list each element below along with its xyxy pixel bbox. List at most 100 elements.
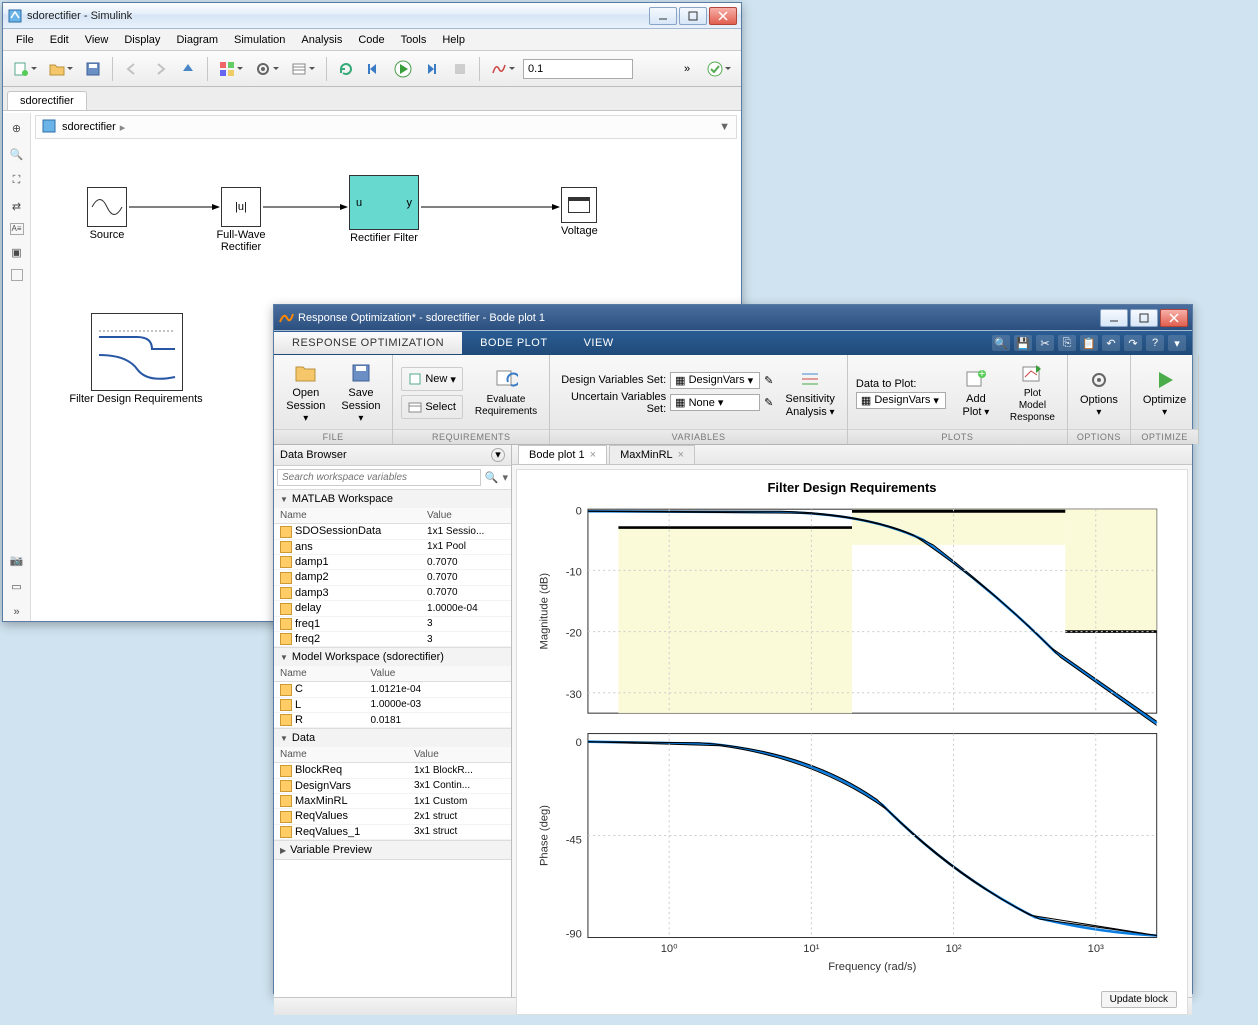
maximize-button[interactable] <box>679 7 707 25</box>
step-back-button[interactable] <box>362 57 386 81</box>
update-diagram-button[interactable] <box>334 57 358 81</box>
table-row[interactable]: damp10.7070 <box>274 555 511 570</box>
menu-simulation[interactable]: Simulation <box>227 32 292 48</box>
block-filter-requirements[interactable]: Filter Design Requirements <box>91 313 221 405</box>
fast-restart-button[interactable]: » <box>675 57 699 81</box>
qa-cut-icon[interactable]: ✂ <box>1036 335 1054 351</box>
uncertain-variables-select[interactable]: ▦None ▾ <box>670 394 760 411</box>
new-requirement-button[interactable]: New ▾ <box>401 367 463 391</box>
search-icon[interactable]: 🔍 <box>481 471 503 484</box>
breadcrumb-label[interactable]: sdorectifier <box>62 121 116 133</box>
table-row[interactable]: ReqValues2x1 struct <box>274 809 511 824</box>
save-button[interactable] <box>81 57 105 81</box>
block-rectifier-filter[interactable]: u y Rectifier Filter <box>349 175 419 244</box>
evaluate-requirements-button[interactable]: Evaluate Requirements <box>471 366 541 420</box>
model-explorer-button[interactable] <box>287 57 319 81</box>
screenshot-icon[interactable]: 📷 <box>8 551 26 569</box>
table-row[interactable]: freq23 <box>274 631 511 646</box>
table-row[interactable]: C1.0121e-04 <box>274 682 511 697</box>
menu-display[interactable]: Display <box>117 32 167 48</box>
more-icon[interactable]: » <box>8 603 26 621</box>
table-row[interactable]: ReqValues_13x1 struct <box>274 824 511 839</box>
qa-save-icon[interactable]: 💾 <box>1014 335 1032 351</box>
menu-tools[interactable]: Tools <box>394 32 434 48</box>
image-icon[interactable]: ▣ <box>8 243 26 261</box>
tab-view[interactable]: VIEW <box>566 332 632 354</box>
sensitivity-analysis-button[interactable]: Sensitivity Analysis ▾ <box>781 365 839 421</box>
menu-edit[interactable]: Edit <box>43 32 76 48</box>
plot-model-response-button[interactable]: Plot Model Response <box>1006 360 1059 426</box>
table-row[interactable]: MaxMinRL1x1 Custom <box>274 794 511 809</box>
sim-mode-button[interactable] <box>487 57 519 81</box>
library-browser-button[interactable] <box>215 57 247 81</box>
collapse-icon[interactable]: ▾ <box>491 448 505 462</box>
breadcrumb[interactable]: sdorectifier ▸ ▼ <box>35 115 737 139</box>
edit-pencil-icon[interactable]: ✎ <box>764 396 773 409</box>
optimize-button[interactable]: Optimize ▾ <box>1139 366 1190 421</box>
table-row[interactable]: R0.0181 <box>274 712 511 727</box>
table-row[interactable]: SDOSessionData1x1 Sessio... <box>274 524 511 539</box>
close-button[interactable] <box>709 7 737 25</box>
table-row[interactable]: delay1.0000e-04 <box>274 601 511 616</box>
search-input[interactable] <box>277 469 481 486</box>
ready-indicator-icon[interactable] <box>703 57 735 81</box>
table-row[interactable]: L1.0000e-03 <box>274 697 511 712</box>
add-plot-button[interactable]: + Add Plot ▾ <box>954 365 998 421</box>
qa-help-icon[interactable]: ? <box>1146 335 1164 351</box>
block-voltage[interactable]: Voltage <box>561 187 598 237</box>
toggle-perspective-icon[interactable]: ▭ <box>8 577 26 595</box>
qa-copy-icon[interactable]: ⎘ <box>1058 335 1076 351</box>
edit-pencil-icon[interactable]: ✎ <box>764 374 773 387</box>
run-button[interactable] <box>390 57 416 81</box>
close-icon[interactable]: × <box>678 449 684 461</box>
table-row[interactable]: damp20.7070 <box>274 570 511 585</box>
close-button[interactable] <box>1160 309 1188 327</box>
qa-paste-icon[interactable]: 📋 <box>1080 335 1098 351</box>
tab-bode-plot[interactable]: BODE PLOT <box>462 332 565 354</box>
bode-plot-area[interactable]: Filter Design Requirements <box>516 469 1188 1015</box>
open-button[interactable] <box>45 57 77 81</box>
update-block-button[interactable]: Update block <box>1101 991 1177 1008</box>
doctab-maxminrl[interactable]: MaxMinRL× <box>609 445 695 464</box>
design-variables-select[interactable]: ▦DesignVars ▾ <box>670 372 760 389</box>
search-dropdown-icon[interactable]: ▾ <box>502 471 508 484</box>
block-source[interactable]: Source <box>87 187 127 241</box>
menu-code[interactable]: Code <box>351 32 391 48</box>
step-forward-button[interactable] <box>420 57 444 81</box>
fit-icon[interactable]: ⛶ <box>8 171 26 189</box>
simulink-titlebar[interactable]: sdorectifier - Simulink <box>3 3 741 29</box>
annotation-icon[interactable]: A≡ <box>10 223 24 235</box>
up-button[interactable] <box>176 57 200 81</box>
data-to-plot-select[interactable]: ▦DesignVars ▾ <box>856 392 946 409</box>
menu-view[interactable]: View <box>78 32 116 48</box>
block-fullwave-rectifier[interactable]: |u| Full-Wave Rectifier <box>221 187 276 253</box>
close-icon[interactable]: × <box>590 449 596 461</box>
hide-browser-icon[interactable]: ⊕ <box>8 119 26 137</box>
table-row[interactable]: damp30.7070 <box>274 585 511 600</box>
table-row[interactable]: ans1x1 Pool <box>274 539 511 554</box>
qa-undo-icon[interactable]: ↶ <box>1102 335 1120 351</box>
select-requirement-button[interactable]: Select <box>401 395 463 419</box>
maximize-button[interactable] <box>1130 309 1158 327</box>
options-button[interactable]: Options ▾ <box>1076 366 1122 421</box>
menu-diagram[interactable]: Diagram <box>169 32 225 48</box>
menu-analysis[interactable]: Analysis <box>294 32 349 48</box>
table-row[interactable]: DesignVars3x1 Contin... <box>274 778 511 793</box>
stop-time-input[interactable] <box>523 59 633 79</box>
config-button[interactable] <box>251 57 283 81</box>
menu-file[interactable]: File <box>9 32 41 48</box>
table-row[interactable]: freq13 <box>274 616 511 631</box>
tab-response-optimization[interactable]: RESPONSE OPTIMIZATION <box>274 332 462 354</box>
tab-sdorectifier[interactable]: sdorectifier <box>7 91 87 110</box>
area-icon[interactable] <box>11 269 23 281</box>
minimize-button[interactable] <box>1100 309 1128 327</box>
table-row[interactable]: BlockReq1x1 BlockR... <box>274 763 511 778</box>
qa-redo-icon[interactable]: ↷ <box>1124 335 1142 351</box>
qa-search-icon[interactable]: 🔍 <box>992 335 1010 351</box>
menu-help[interactable]: Help <box>435 32 472 48</box>
qa-minimize-ribbon-icon[interactable]: ▾ <box>1168 335 1186 351</box>
minimize-button[interactable] <box>649 7 677 25</box>
ro-titlebar[interactable]: Response Optimization* - sdorectifier - … <box>274 305 1192 331</box>
pan-icon[interactable]: ⇄ <box>8 197 26 215</box>
save-session-button[interactable]: Save Session ▾ <box>338 359 385 427</box>
